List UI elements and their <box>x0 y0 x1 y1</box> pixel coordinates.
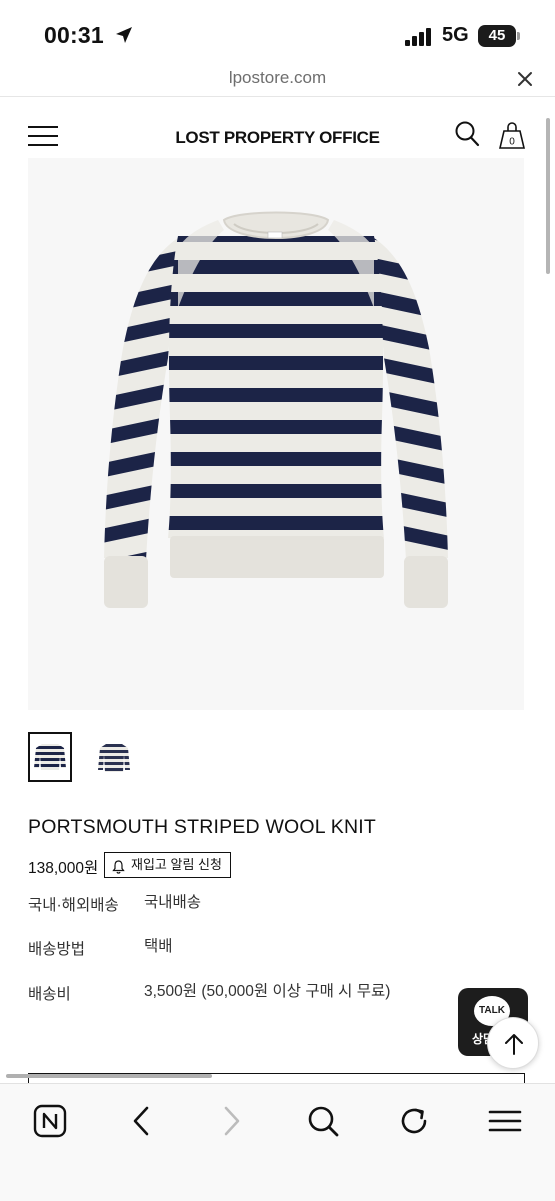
product-price: 138,000원 <box>28 860 99 877</box>
product-thumbnail-1[interactable] <box>28 732 72 782</box>
restock-alert-button[interactable]: 재입고 알림 신청 <box>104 852 231 878</box>
scroll-to-top-button[interactable] <box>487 1017 539 1069</box>
product-name: PORTSMOUTH STRIPED WOOL KNIT <box>28 816 376 838</box>
site-header: LOST PROPERTY OFFICE 0 <box>0 110 555 160</box>
status-bar: 00:31 5G 45 <box>0 0 555 62</box>
shipping-method-label: 배송방법 <box>28 941 86 958</box>
signal-icon <box>405 28 433 51</box>
product-main-image[interactable] <box>28 158 524 710</box>
shipping-fee-value: 3,500원 (50,000원 이상 구매 시 무료) <box>144 983 391 1000</box>
network-type: 5G <box>442 24 469 46</box>
shipping-fee-label: 배송비 <box>28 986 71 1003</box>
arrow-up-icon <box>505 1034 523 1055</box>
striped-sweater-image <box>104 211 448 608</box>
vertical-scrollbar[interactable] <box>546 118 550 274</box>
product-thumbnail-2[interactable] <box>92 732 136 782</box>
shopping-bag-icon[interactable]: 0 <box>498 120 526 155</box>
shipping-method-value: 택배 <box>144 938 173 955</box>
search-icon[interactable] <box>303 1101 343 1141</box>
restock-label: 재입고 알림 신청 <box>131 857 222 872</box>
back-arrow-icon[interactable] <box>121 1101 161 1141</box>
menu-icon[interactable] <box>485 1101 525 1141</box>
bell-icon <box>112 858 125 881</box>
horizontal-scrollbar[interactable] <box>6 1074 212 1078</box>
cart-count: 0 <box>509 137 515 148</box>
location-arrow-icon <box>114 25 134 50</box>
address-bar[interactable]: lpostore.com <box>0 62 555 97</box>
close-icon[interactable] <box>516 70 534 93</box>
battery-tip <box>517 32 520 40</box>
search-icon[interactable] <box>454 120 480 153</box>
browser-toolbar <box>0 1083 555 1201</box>
naver-home-icon[interactable] <box>30 1101 70 1141</box>
shipping-region-label: 국내·해외배송 <box>28 897 119 914</box>
battery-level: 45 <box>478 25 516 47</box>
refresh-icon[interactable] <box>394 1101 434 1141</box>
url-text[interactable]: lpostore.com <box>0 68 555 88</box>
status-time: 00:31 <box>44 22 104 48</box>
shipping-region-value: 국내배송 <box>144 894 202 911</box>
forward-arrow-icon[interactable] <box>212 1101 252 1141</box>
